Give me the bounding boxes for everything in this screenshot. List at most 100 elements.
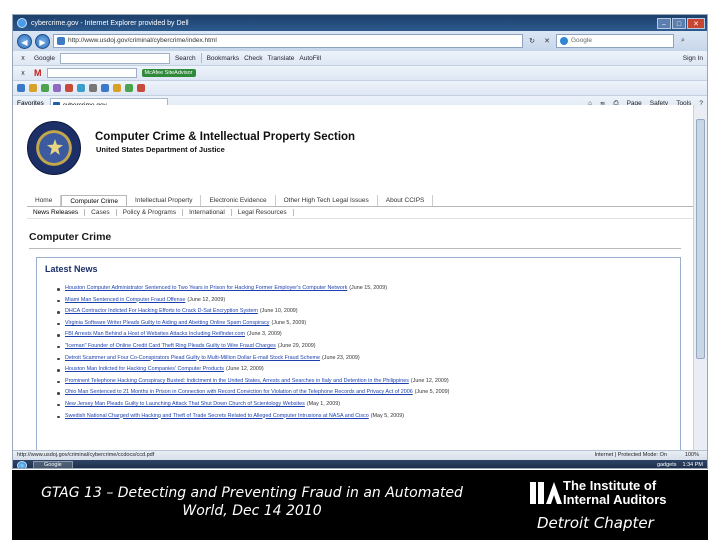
list-item: FBI Arrests Man Behind a Host of Website… [56, 329, 449, 341]
toolbar-autofill-button[interactable]: AutoFill [299, 55, 321, 62]
taskbar-google-search[interactable]: Google [33, 461, 73, 468]
list-item: Houston Computer Administrator Sentenced… [56, 283, 449, 295]
chat-icon[interactable] [125, 84, 133, 92]
iia-logo-icon [530, 482, 562, 504]
page-title: Computer Crime [29, 231, 112, 243]
news-link[interactable]: "Iceman" Founder of Online Credit Card T… [65, 343, 276, 349]
divider [200, 53, 202, 63]
subtab-cases[interactable]: Cases [85, 209, 117, 216]
list-item: Ohio Man Sentenced to 21 Months in Priso… [56, 387, 449, 399]
toolbar-search-button[interactable]: Search [175, 55, 196, 62]
news-date: (June 5, 2009) [271, 319, 307, 326]
list-item: DHCA Contractor Indicted For Hacking Eff… [56, 306, 449, 318]
news-link[interactable]: Detroit Scammer and Four Co-Conspirators… [65, 355, 320, 361]
start-button-icon[interactable] [17, 460, 27, 468]
site-sub-tabs: News Releases Cases Policy & Programs In… [27, 206, 695, 219]
close-icon[interactable]: ✕ [687, 17, 705, 29]
browser-title-bar: cybercrime.gov - Internet Explorer provi… [13, 15, 707, 31]
status-bar: http://www.usdoj.gov/criminal/cybercrime… [13, 450, 707, 460]
subtab-policy-programs[interactable]: Policy & Programs [117, 209, 184, 216]
news-date: (June 12, 2009) [410, 377, 449, 384]
news-link[interactable]: Prominent Telephone Hacking Conspiracy B… [65, 378, 409, 384]
site-header: Computer Crime & Intellectual Property S… [13, 105, 695, 195]
mail-icon[interactable] [17, 84, 25, 92]
news-link[interactable]: Swedish National Charged with Hacking an… [65, 413, 369, 419]
web-page: Computer Crime & Intellectual Property S… [13, 105, 695, 450]
scrollbar-thumb[interactable] [696, 119, 705, 359]
news-date: (June 23, 2009) [321, 354, 360, 361]
news-date: (June 29, 2009) [277, 342, 316, 349]
stop-icon[interactable]: ✕ [541, 37, 553, 45]
zoom-level[interactable]: 100% [685, 451, 699, 460]
news-date: (June 15, 2009) [349, 285, 388, 291]
toolbar-translate-button[interactable]: Translate [268, 55, 295, 62]
news-link[interactable]: New Jersey Man Pleads Guilty to Launchin… [65, 401, 305, 407]
window-title: cybercrime.gov - Internet Explorer provi… [31, 19, 189, 27]
google-toolbar-search[interactable] [59, 52, 170, 64]
news-link[interactable]: Houston Computer Administrator Sentenced… [65, 285, 347, 291]
news-link[interactable]: FBI Arrests Man Behind a Host of Website… [65, 331, 245, 337]
google-toolbar-label: Google [34, 54, 55, 62]
refresh-icon[interactable] [41, 84, 49, 92]
clock: 1:34 PM [682, 462, 703, 468]
refresh-icon[interactable]: ↻ [526, 37, 538, 45]
vertical-scrollbar[interactable] [693, 105, 707, 450]
latest-news-box: Latest News Houston Computer Administrat… [36, 257, 681, 450]
list-item: Swedish National Charged with Hacking an… [56, 411, 449, 423]
maximize-icon[interactable]: □ [672, 17, 686, 29]
news-link[interactable]: DHCA Contractor Indicted For Hacking Eff… [65, 308, 258, 314]
news-link[interactable]: Houston Man Indicted for Hacking Compani… [65, 366, 224, 372]
system-tray: gadgets 1:34 PM [657, 462, 703, 468]
settings-icon[interactable] [89, 84, 97, 92]
minimize-icon[interactable]: – [657, 17, 671, 29]
toolbar-check-button[interactable]: Check [244, 55, 262, 62]
ie-icon [17, 18, 27, 28]
list-item: "Iceman" Founder of Online Credit Card T… [56, 341, 449, 353]
slide-caption: GTAG 13 – Detecting and Preventing Fraud… [41, 485, 463, 519]
subtab-news-releases[interactable]: News Releases [27, 209, 86, 216]
subtab-legal-resources[interactable]: Legal Resources [232, 209, 294, 216]
news-date: (May 1, 2009) [306, 400, 341, 407]
news-date: (June 12, 2009) [187, 296, 226, 303]
folder-icon[interactable] [29, 84, 37, 92]
weather-icon[interactable] [77, 84, 85, 92]
back-icon[interactable]: ◀ [17, 33, 32, 49]
list-item: Detroit Scammer and Four Co-Conspirators… [56, 353, 449, 365]
mcafee-siteadvisor-badge[interactable]: McAfee SiteAdvisor [141, 69, 196, 77]
toolbar-bookmarks-button[interactable]: Bookmarks [207, 55, 240, 62]
address-row: ◀ ▶ http://www.usdoj.gov/criminal/cyberc… [13, 31, 707, 51]
slide-footer: GTAG 13 – Detecting and Preventing Fraud… [12, 470, 708, 540]
toolbar-signin-button[interactable]: Sign In [683, 55, 703, 62]
news-link[interactable]: Virginia Software Writer Pleads Guilty t… [65, 320, 269, 326]
list-item: Prominent Telephone Hacking Conspiracy B… [56, 376, 449, 388]
divider [29, 248, 681, 249]
news-list: Houston Computer Administrator Sentenced… [56, 283, 449, 423]
site-title: Computer Crime & Intellectual Property S… [95, 131, 356, 143]
search-icon[interactable]: ⌕ [677, 37, 689, 45]
news-icon[interactable] [65, 84, 73, 92]
news-date: (June 3, 2009) [246, 331, 282, 338]
close-toolbar-icon[interactable]: x [17, 70, 29, 77]
calendar-icon[interactable] [53, 84, 61, 92]
alert-icon[interactable] [137, 84, 145, 92]
news-link[interactable]: Miami Man Sentenced in Computer Fraud Of… [65, 297, 185, 303]
icon-toolbar [13, 81, 707, 96]
windows-taskbar: Google gadgets 1:34 PM [13, 460, 707, 468]
search-input[interactable]: Google [556, 34, 674, 48]
home-icon[interactable] [101, 84, 109, 92]
address-bar[interactable]: http://www.usdoj.gov/criminal/cybercrime… [53, 34, 523, 48]
news-date: (June 12, 2009) [225, 366, 264, 373]
subtab-international[interactable]: International [183, 209, 232, 216]
star-icon[interactable] [113, 84, 121, 92]
tray-gadgets[interactable]: gadgets [657, 462, 677, 468]
forward-icon[interactable]: ▶ [35, 33, 50, 49]
list-item: Houston Man Indicted for Hacking Compani… [56, 364, 449, 376]
latest-news-title: Latest News [45, 264, 98, 274]
list-item: New Jersey Man Pleads Guilty to Launchin… [56, 399, 449, 411]
mcafee-search-input[interactable] [46, 68, 137, 78]
news-link[interactable]: Ohio Man Sentenced to 21 Months in Priso… [65, 389, 413, 395]
news-date: (May 5, 2009) [370, 412, 405, 419]
mcafee-toolbar: x M McAfee SiteAdvisor [13, 66, 707, 81]
protected-mode-status: Internet | Protected Mode: On [594, 452, 667, 458]
close-toolbar-icon[interactable]: x [17, 55, 29, 62]
